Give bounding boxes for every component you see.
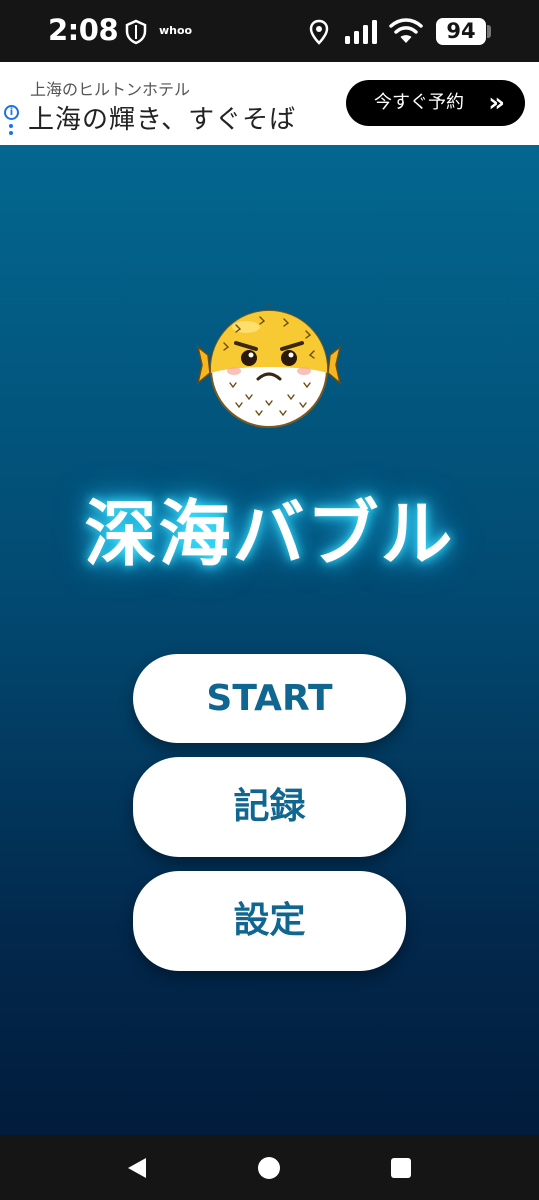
- battery-level: 94: [436, 18, 486, 45]
- ad-subtitle: 上海のヒルトンホテル: [30, 80, 191, 99]
- system-nav-bar: [0, 1135, 539, 1200]
- ad-menu-icon[interactable]: [9, 124, 13, 138]
- start-button[interactable]: START: [133, 654, 406, 743]
- ad-banner[interactable]: i 上海のヒルトンホテル 上海の輝き、すぐそば 今すぐ予約 »: [0, 62, 539, 145]
- ad-title[interactable]: 上海の輝き、すぐそば: [28, 99, 296, 136]
- location-icon: [309, 19, 329, 45]
- wifi-icon: [389, 18, 423, 43]
- ad-book-now-button[interactable]: 今すぐ予約 »: [346, 80, 525, 126]
- recents-icon[interactable]: [391, 1158, 411, 1178]
- back-icon[interactable]: [126, 1157, 148, 1179]
- signal-icon: [345, 20, 377, 44]
- status-time: 2:08: [48, 13, 119, 47]
- ad-info-icon[interactable]: i: [4, 105, 19, 120]
- double-chevron-right-icon: »: [488, 88, 505, 118]
- screen: 2:08 whoo 94 i 上海のヒルトンホテル 上海の輝き、すぐそば 今すぐ…: [0, 0, 539, 1200]
- pufferfish-icon: [196, 303, 342, 428]
- records-button[interactable]: 記録: [133, 757, 406, 857]
- game-menu-screen: 深海バブル START 記録 設定: [0, 145, 539, 1135]
- home-icon[interactable]: [258, 1157, 280, 1179]
- settings-button[interactable]: 設定: [133, 871, 406, 971]
- ad-cta-label: 今すぐ予約: [374, 92, 464, 113]
- shield-icon: [125, 19, 147, 45]
- status-bar: 2:08 whoo 94: [0, 0, 539, 62]
- battery-tip: [487, 25, 491, 38]
- game-title: 深海バブル: [84, 492, 455, 576]
- whoo-label: whoo: [159, 24, 193, 37]
